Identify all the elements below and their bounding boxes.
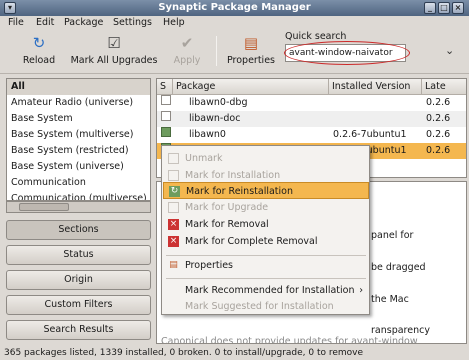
menu-item-mark-recommended[interactable]: Mark Recommended for Installation › — [163, 282, 369, 299]
column-header-latest[interactable]: Late — [422, 79, 466, 95]
install-icon — [168, 170, 179, 181]
menu-item-mark-upgrade[interactable]: Mark for Upgrade — [163, 199, 369, 216]
column-header-status[interactable]: S — [157, 79, 173, 95]
menu-help[interactable]: Help — [163, 16, 185, 30]
origin-button[interactable]: Origin — [6, 270, 151, 290]
upgrade-icon — [168, 202, 179, 213]
chevron-right-icon: › — [359, 285, 363, 296]
section-item-all[interactable]: All — [7, 79, 150, 95]
menubar: File Edit Package Settings Help — [0, 16, 469, 30]
menu-item-mark-removal[interactable]: × Mark for Removal — [163, 216, 369, 233]
menu-separator — [166, 278, 366, 279]
properties-icon: ▤ — [169, 260, 178, 270]
section-item[interactable]: Communication (multiverse) — [7, 191, 150, 200]
menu-item-mark-suggested[interactable]: Mark Suggested for Installation — [163, 298, 369, 315]
annotation-oval — [284, 41, 410, 65]
properties-icon: ▤ — [243, 34, 259, 52]
installed-checkbox[interactable] — [161, 127, 171, 137]
upgrade-icon: ☑ — [107, 34, 121, 52]
status-checkbox[interactable] — [161, 95, 171, 105]
table-row[interactable]: libawn0 0.2.6-7ubuntu1 0.2.6 — [157, 127, 466, 143]
section-list: All Amateur Radio (universe) Base System… — [6, 78, 151, 201]
menu-file[interactable]: File — [8, 16, 24, 30]
menu-item-properties[interactable]: ▤ Properties — [163, 257, 369, 274]
section-item[interactable]: Base System (restricted) — [7, 143, 150, 159]
menu-item-mark-complete-removal[interactable]: × Mark for Complete Removal — [163, 233, 369, 250]
reload-button[interactable]: ↻ Reload — [20, 34, 58, 70]
sections-button[interactable]: Sections — [6, 220, 151, 240]
horizontal-scrollbar[interactable] — [6, 201, 151, 213]
checkbox-icon — [168, 153, 179, 164]
status-button[interactable]: Status — [6, 245, 151, 265]
table-row[interactable]: libawn-doc 0.2.6 — [157, 111, 466, 127]
minimize-icon[interactable]: _ — [424, 2, 436, 14]
reinstall-icon: ↻ — [169, 186, 180, 197]
custom-filters-button[interactable]: Custom Filters — [6, 295, 151, 315]
apply-button[interactable]: ✔ Apply — [172, 34, 202, 70]
section-item[interactable]: Amateur Radio (universe) — [7, 95, 150, 111]
menu-package[interactable]: Package — [64, 16, 103, 30]
context-menu: Unmark Mark for Installation ↻ Mark for … — [161, 145, 370, 315]
section-item[interactable]: Base System — [7, 111, 150, 127]
status-checkbox[interactable] — [161, 111, 171, 121]
section-item[interactable]: Base System (universe) — [7, 159, 150, 175]
status-bar: 365 packages listed, 1339 installed, 0 b… — [0, 346, 469, 360]
apply-icon: ✔ — [180, 34, 194, 52]
mark-all-upgrades-button[interactable]: ☑ Mark All Upgrades — [68, 34, 160, 70]
section-item[interactable]: Communication — [7, 175, 150, 191]
purge-icon: × — [168, 236, 179, 247]
properties-button[interactable]: ▤ Properties — [226, 34, 276, 70]
column-header-installed[interactable]: Installed Version — [329, 79, 422, 95]
maximize-icon[interactable]: □ — [438, 2, 450, 14]
remove-icon: × — [168, 219, 179, 230]
reload-icon: ↻ — [32, 34, 46, 52]
scrollbar-thumb[interactable] — [19, 203, 69, 211]
menu-settings[interactable]: Settings — [113, 16, 152, 30]
chevron-down-icon[interactable]: ⌄ — [445, 44, 454, 57]
section-item[interactable]: Base System (multiverse) — [7, 127, 150, 143]
menu-separator — [166, 255, 366, 256]
menu-item-mark-reinstall[interactable]: ↻ Mark for Reinstallation — [163, 182, 369, 199]
menu-edit[interactable]: Edit — [36, 16, 54, 30]
window-menu-icon[interactable]: ▾ — [4, 2, 16, 14]
search-results-button[interactable]: Search Results — [6, 320, 151, 340]
toolbar-separator — [216, 36, 217, 66]
menu-item-unmark[interactable]: Unmark — [163, 150, 369, 167]
window-title-bar: Synaptic Package Manager ▾ _ □ × — [0, 0, 469, 16]
close-icon[interactable]: × — [452, 2, 464, 14]
table-row[interactable]: libawn0-dbg 0.2.6 — [157, 95, 466, 111]
column-header-package[interactable]: Package — [173, 79, 329, 95]
window-title: Synaptic Package Manager — [158, 2, 311, 13]
